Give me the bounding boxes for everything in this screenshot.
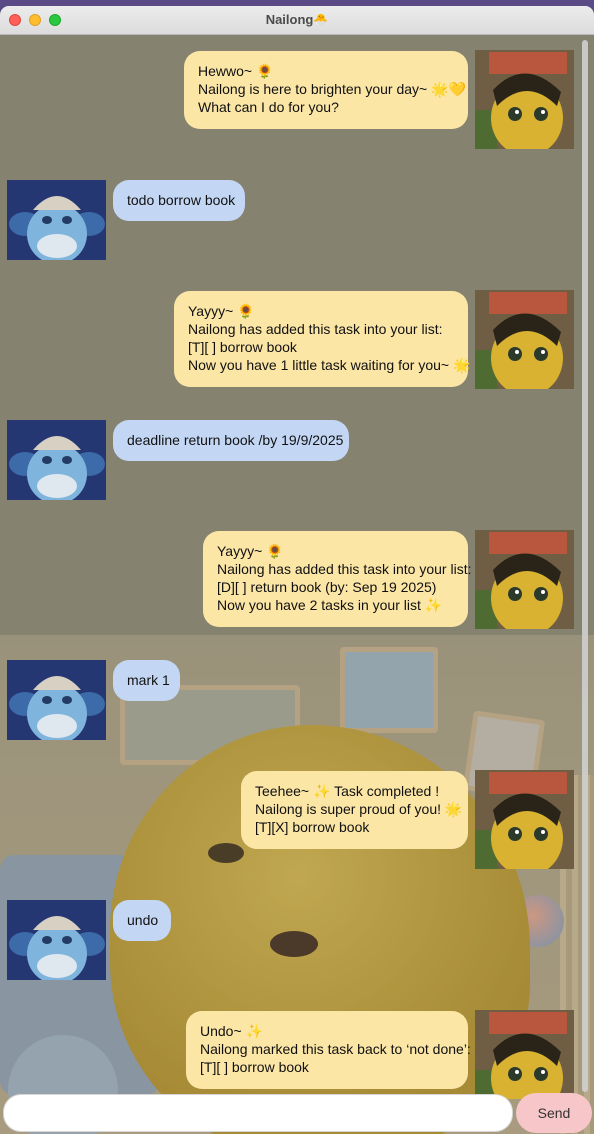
send-button[interactable]: Send [516,1093,592,1133]
nailong-avatar [475,1010,574,1099]
window-title: Nailong🐣 [0,12,594,27]
nailong-avatar [475,770,574,869]
nailong-avatar [475,530,574,629]
title-bar: Nailong🐣 [0,6,594,35]
bot-bubble: Yayyy~ 🌻 Nailong has added this task int… [203,531,471,627]
user-bubble: deadline return book /by 19/9/2025 [113,420,349,461]
message-input[interactable] [3,1094,513,1132]
nailong-avatar [475,290,574,389]
user-bubble: todo borrow book [113,180,245,221]
user-bubble: mark 1 [113,660,180,701]
chat-area[interactable]: Hewwo~ 🌻 Nailong is here to brighten you… [0,35,580,1099]
app-window: Nailong🐣 Hewwo~ 🌻 Nailong is here to bri… [0,6,594,1134]
chat-scrollbar-thumb[interactable] [582,40,588,1092]
message-input-bar: Send [0,1092,594,1134]
window-title-text: Nailong [265,12,314,27]
user-avatar [7,900,106,980]
user-avatar [7,660,106,740]
chick-icon: 🐣 [313,13,329,27]
bot-bubble: Teehee~ ✨ Task completed ! Nailong is su… [241,771,468,849]
user-bubble: undo [113,900,171,941]
bot-bubble: Yayyy~ 🌻 Nailong has added this task int… [174,291,470,387]
user-avatar [7,180,106,260]
bot-bubble: Hewwo~ 🌻 Nailong is here to brighten you… [184,51,468,129]
user-avatar [7,420,106,500]
nailong-avatar [475,50,574,149]
bot-bubble: Undo~ ✨ Nailong marked this task back to… [186,1011,471,1089]
